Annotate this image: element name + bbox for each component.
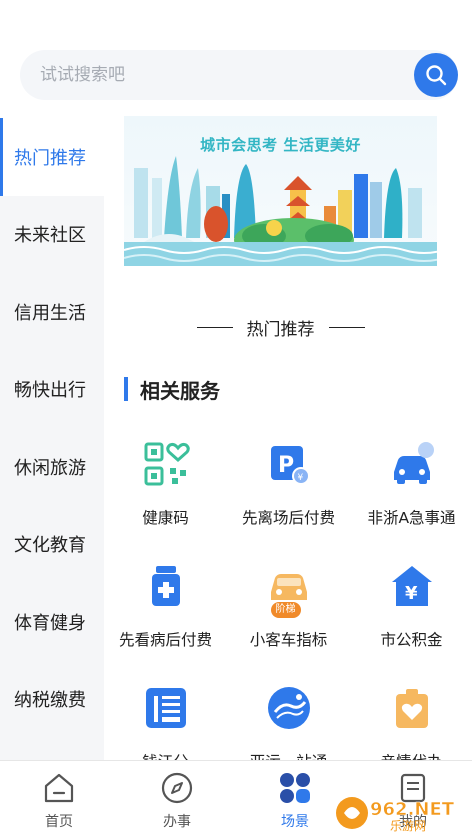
sidebar-item-label: 纳税缴费 bbox=[14, 690, 86, 712]
svg-text:962.NET: 962.NET bbox=[370, 799, 455, 820]
sidebar-item-leisure[interactable]: 休闲旅游 bbox=[0, 428, 104, 506]
sidebar-item-label: 休闲旅游 bbox=[14, 457, 86, 479]
services-title-text: 相关服务 bbox=[140, 378, 220, 403]
site-watermark: 962.NET 乐游网 bbox=[336, 797, 455, 833]
family-agent-icon bbox=[395, 689, 428, 728]
heading-dash-right bbox=[328, 326, 365, 328]
heading-dash-left bbox=[196, 326, 233, 328]
svg-text:乐游网: 乐游网 bbox=[390, 819, 426, 833]
sidebar-item-future-community[interactable]: 未来社区 bbox=[0, 195, 104, 273]
service-label: 先离场后付费 bbox=[241, 509, 335, 527]
qr-heart-icon bbox=[144, 442, 190, 486]
service-car-quota[interactable]: 阶梯 小客车指标 bbox=[227, 552, 350, 662]
search-icon bbox=[426, 65, 447, 86]
sidebar-item-credit-life[interactable]: 信用生活 bbox=[0, 273, 104, 351]
nav-item-home[interactable]: 首页 bbox=[0, 761, 118, 839]
nav-label: 场景 bbox=[281, 814, 309, 830]
service-label: 小客车指标 bbox=[249, 631, 328, 649]
service-urgent-pass[interactable]: 非浙A急事通 bbox=[350, 430, 472, 540]
step-badge: 阶梯 bbox=[270, 602, 301, 618]
service-treat-first[interactable]: 先看病后付费 bbox=[104, 552, 227, 662]
service-label: 非浙A急事通 bbox=[367, 509, 456, 527]
nav-label: 首页 bbox=[45, 814, 73, 830]
parking-pay-icon: P ¥ bbox=[270, 446, 310, 485]
service-housing-fund[interactable]: ¥ 市公积金 bbox=[350, 552, 472, 662]
car-quota-icon-wrap: 阶梯 bbox=[265, 562, 313, 618]
city-skyline-illustration bbox=[124, 156, 437, 266]
car-urgent-icon bbox=[393, 442, 434, 484]
city-banner[interactable]: 城市会思考 生活更美好 bbox=[124, 116, 437, 266]
svg-text:¥: ¥ bbox=[405, 583, 418, 604]
sidebar-item-travel[interactable]: 畅快出行 bbox=[0, 350, 104, 428]
services-title: 相关服务 bbox=[124, 376, 220, 403]
sidebar-item-label: 热门推荐 bbox=[14, 147, 86, 169]
credit-icon bbox=[145, 688, 186, 728]
compass-icon bbox=[161, 772, 193, 804]
title-accent-bar bbox=[124, 377, 128, 401]
service-label: 健康码 bbox=[142, 509, 189, 527]
nav-item-services[interactable]: 办事 bbox=[118, 761, 236, 839]
sidebar-item-label: 未来社区 bbox=[14, 225, 86, 247]
sidebar-item-sports[interactable]: 体育健身 bbox=[0, 583, 104, 661]
sidebar-item-hot[interactable]: 热门推荐 bbox=[0, 118, 104, 196]
home-icon bbox=[44, 773, 74, 803]
sidebar-item-label: 文化教育 bbox=[14, 535, 86, 557]
housing-fund-icon: ¥ bbox=[391, 566, 432, 606]
scene-icon bbox=[280, 773, 310, 803]
sidebar-item-label: 畅快出行 bbox=[14, 380, 86, 402]
search-button[interactable] bbox=[414, 53, 458, 97]
service-label: 先看病后付费 bbox=[118, 631, 212, 649]
sidebar-item-label: 体育健身 bbox=[14, 612, 86, 634]
nav-label: 办事 bbox=[163, 814, 191, 830]
search-bar[interactable] bbox=[20, 50, 458, 100]
section-heading-hot: 热门推荐 bbox=[124, 312, 437, 342]
service-parking-pay[interactable]: P ¥ 先离场后付费 bbox=[227, 430, 350, 540]
service-health-code[interactable]: 健康码 bbox=[104, 430, 227, 540]
service-label: 市公积金 bbox=[380, 631, 443, 649]
asian-games-icon bbox=[267, 687, 310, 729]
sidebar-item-label: 信用生活 bbox=[14, 302, 86, 324]
category-sidebar: 热门推荐 未来社区 信用生活 畅快出行 休闲旅游 文化教育 体育健身 纳税缴费 bbox=[0, 118, 104, 760]
medicine-icon bbox=[151, 566, 180, 606]
sidebar-item-education[interactable]: 文化教育 bbox=[0, 505, 104, 583]
sidebar-item-tax[interactable]: 纳税缴费 bbox=[0, 660, 104, 738]
svg-text:¥: ¥ bbox=[297, 473, 303, 483]
svg-text:P: P bbox=[278, 453, 294, 478]
hot-heading-text: 热门推荐 bbox=[246, 319, 315, 340]
search-input[interactable] bbox=[40, 50, 400, 100]
